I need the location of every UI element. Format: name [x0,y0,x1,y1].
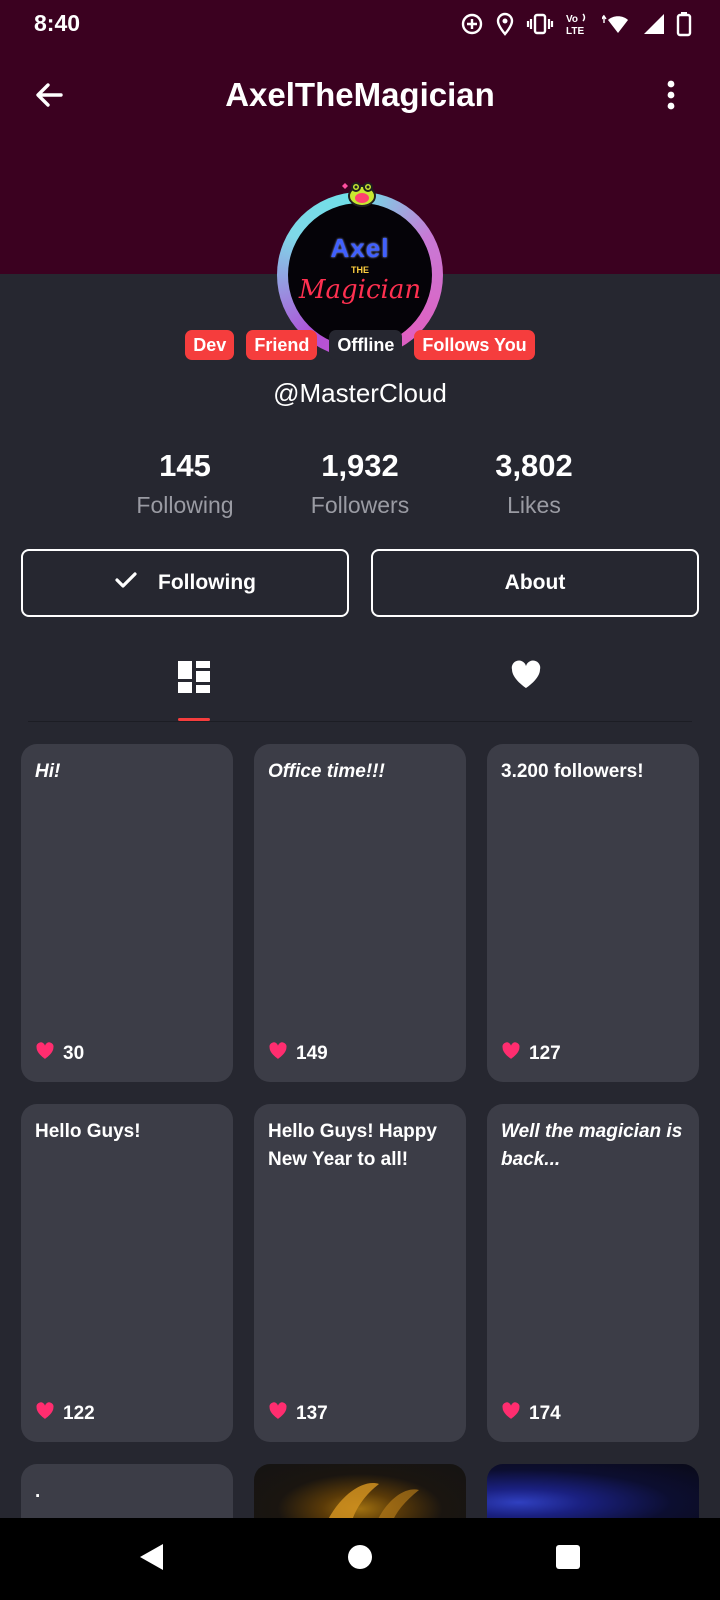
stat-label: Followers [310,492,410,518]
post-likes: 174 [501,1402,561,1426]
badge-dev: Dev [185,330,235,360]
stat-value: 145 [159,448,211,483]
heart-icon [268,1402,288,1426]
data-saver-icon [460,12,484,36]
user-badges: Dev Friend Offline Follows You [0,330,720,360]
signal-icon [642,12,666,36]
post-like-count: 127 [529,1043,561,1064]
circle-home-icon [347,1544,373,1575]
post-like-count: 30 [63,1043,85,1064]
post-like-count: 149 [296,1043,328,1064]
post-card[interactable]: Office time!!! 149 [254,744,466,1082]
tab-selected-indicator [178,718,210,721]
badge-offline: Offline [329,330,403,360]
app-bar: AxelTheMagician [0,62,720,132]
post-text: Hi! [35,761,61,782]
post-text: . [35,1481,41,1502]
page-title: AxelTheMagician [225,76,495,113]
post-card[interactable]: Hello Guys! Happy New Year to all! 137 [254,1104,466,1442]
post-text: 3.200 followers! [501,761,644,782]
post-card[interactable]: Hello Guys! 122 [21,1104,233,1442]
about-button[interactable]: About [371,549,699,617]
post-likes: 30 [35,1042,84,1066]
stat-value: 1,932 [321,448,399,483]
battery-icon [676,11,692,37]
heart-icon [501,1042,521,1066]
grid-icon [177,660,211,699]
stat-likes[interactable]: 3,802 Likes [449,448,619,519]
username: @MasterCloud [273,378,447,408]
nav-recents-button[interactable] [547,1538,589,1580]
vibrate-icon [526,12,554,36]
triangle-back-icon [137,1542,165,1577]
post-text: Office time!!! [268,761,385,782]
stat-label: Following [136,492,234,518]
stat-label: Likes [507,492,561,518]
avatar-logo-line3: Magician [298,275,422,305]
svg-text:LTE: LTE [566,26,584,37]
status-icons: Vo LTE [460,10,692,38]
volte-icon: Vo LTE [564,11,592,37]
tab-posts[interactable] [134,648,254,722]
nav-back-button[interactable] [130,1538,172,1580]
avatar-logo-line2: THE [351,265,369,275]
stat-followers[interactable]: 1,932 Followers [275,448,445,519]
post-likes: 149 [268,1042,328,1066]
heart-icon [268,1042,288,1066]
location-icon [494,12,516,36]
nav-home-button[interactable] [339,1538,381,1580]
post-likes: 127 [501,1042,561,1066]
post-like-count: 137 [296,1403,328,1424]
stat-following[interactable]: 145 Following [100,448,270,519]
post-text: Hello Guys! [35,1121,141,1142]
post-text: Hello Guys! Happy New Year to all! [268,1121,437,1170]
post-likes: 122 [35,1402,95,1426]
avatar-logo-line1: Axel [330,233,390,263]
back-button[interactable] [28,76,70,118]
check-icon [114,568,138,598]
post-likes: 137 [268,1402,328,1426]
tab-liked[interactable] [466,648,586,722]
wifi-icon [602,12,632,36]
square-recents-icon [555,1544,581,1575]
more-options-button[interactable] [650,76,692,118]
avatar-image: Axel THE Magician [288,203,432,347]
badge-friend: Friend [246,330,318,360]
post-card[interactable]: Hi! 30 [21,744,233,1082]
profile-stats: 145 Following 1,932 Followers 3,802 Like… [0,448,720,528]
arrow-left-icon [33,79,65,116]
stat-value: 3,802 [495,448,573,483]
badge-follows-you: Follows You [414,330,535,360]
heart-icon [501,1402,521,1426]
following-button[interactable]: Following [21,549,349,617]
post-card[interactable]: 3.200 followers! 127 [487,744,699,1082]
status-time: 8:40 [34,10,81,36]
heart-icon [510,660,542,695]
frog-decoration-icon [338,178,378,208]
heart-icon [35,1042,55,1066]
post-card[interactable]: Well the magician is back... 174 [487,1104,699,1442]
content-tabs [28,648,692,722]
post-like-count: 174 [529,1403,561,1424]
following-button-label: Following [158,571,256,594]
about-button-label: About [504,571,566,594]
more-vertical-icon [665,79,677,116]
system-navigation-bar [0,1518,720,1600]
heart-icon [35,1402,55,1426]
post-text: Well the magician is back... [501,1121,683,1170]
post-like-count: 122 [63,1403,95,1424]
status-bar: 8:40 Vo LTE [0,0,720,48]
svg-text:Vo: Vo [566,14,578,25]
